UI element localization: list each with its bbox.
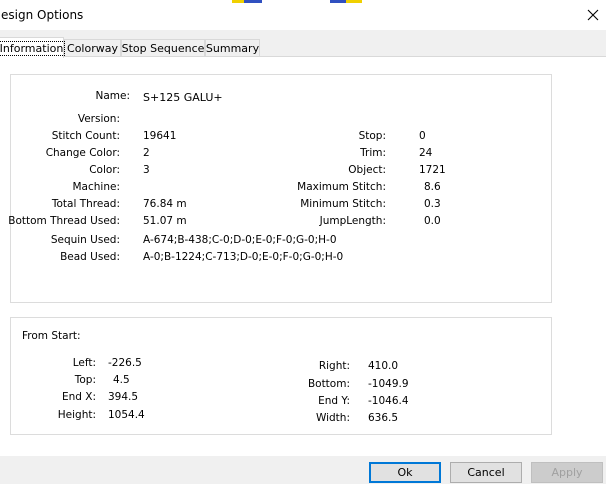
cancel-button[interactable]: Cancel [450,462,522,483]
minimum-stitch-value: 0.3 [424,198,441,210]
stop-label: Stop: [358,130,386,142]
color-value: 3 [143,164,150,176]
left-value: -226.5 [108,357,142,369]
change-color-value: 2 [143,147,150,159]
bottom-value: -1049.9 [368,378,409,390]
button-bar: Ok Cancel Apply [0,456,606,484]
right-value: 410.0 [368,360,399,372]
stop-value: 0 [419,130,426,142]
ok-button[interactable]: Ok [369,462,441,483]
width-label: Width: [315,412,350,424]
close-button[interactable] [580,3,606,27]
tab-stop-sequence[interactable]: Stop Sequence [121,39,205,57]
sequin-used-value: A-674;B-438;C-0;D-0;E-0;F-0;G-0;H-0 [143,234,337,246]
jump-length-value: 0.0 [424,215,441,227]
tab-colorway[interactable]: Colorway [64,39,121,57]
name-label: Name: [95,90,130,102]
version-label: Version: [77,113,120,125]
minimum-stitch-label: Minimum Stitch: [300,198,386,210]
total-thread-label: Total Thread: [51,198,120,210]
height-value: 1054.4 [108,409,145,421]
window-title: esign Options [1,8,84,22]
end-y-label: End Y: [318,395,350,407]
end-y-value: -1046.4 [368,395,409,407]
tab-information[interactable]: Information [0,37,66,58]
from-start-heading: From Start: [22,330,81,342]
design-info-group: Name: S+125 GALU+ Version: Stitch Count:… [8,74,552,303]
bead-used-value: A-0;B-1224;C-713;D-0;E-0;F-0;G-0;H-0 [143,251,344,263]
jump-length-label: JumpLength: [319,215,386,227]
trim-value: 24 [419,147,433,159]
from-start-group: From Start: Left: -226.5 Top: 4.5 End X:… [10,317,552,435]
color-label: Color: [89,164,120,176]
machine-label: Machine: [72,181,121,193]
tab-summary[interactable]: Summary [205,39,260,57]
tab-strip: Information Colorway Stop Sequence Summa… [0,37,606,58]
object-value: 1721 [419,164,446,176]
left-label: Left: [72,357,96,369]
close-icon [587,9,599,21]
top-label: Top: [74,374,96,386]
top-value: 4.5 [113,374,130,386]
end-x-label: End X: [61,391,96,403]
stitch-count-value: 19641 [143,130,177,142]
object-label: Object: [348,164,386,176]
right-label: Right: [318,360,350,372]
trim-label: Trim: [360,147,386,159]
width-value: 636.5 [368,412,399,424]
total-thread-value: 76.84 m [143,198,187,210]
maximum-stitch-label: Maximum Stitch: [297,181,386,193]
stitch-count-label: Stitch Count: [51,130,120,142]
end-x-value: 394.5 [108,391,139,403]
change-color-label: Change Color: [45,147,120,159]
title-bar-decoration [222,0,372,3]
title-bar: esign Options [0,0,606,30]
height-label: Height: [57,409,96,421]
maximum-stitch-value: 8.6 [424,181,441,193]
sequin-used-label: Sequin Used: [50,234,120,246]
bead-used-label: Bead Used: [60,251,120,263]
apply-button[interactable]: Apply [531,462,603,483]
bottom-thread-value: 51.07 m [143,215,187,227]
bottom-thread-label: Bottom Thread Used: [8,215,120,227]
bottom-label: Bottom: [307,378,350,390]
name-value: S+125 GALU+ [143,91,223,104]
